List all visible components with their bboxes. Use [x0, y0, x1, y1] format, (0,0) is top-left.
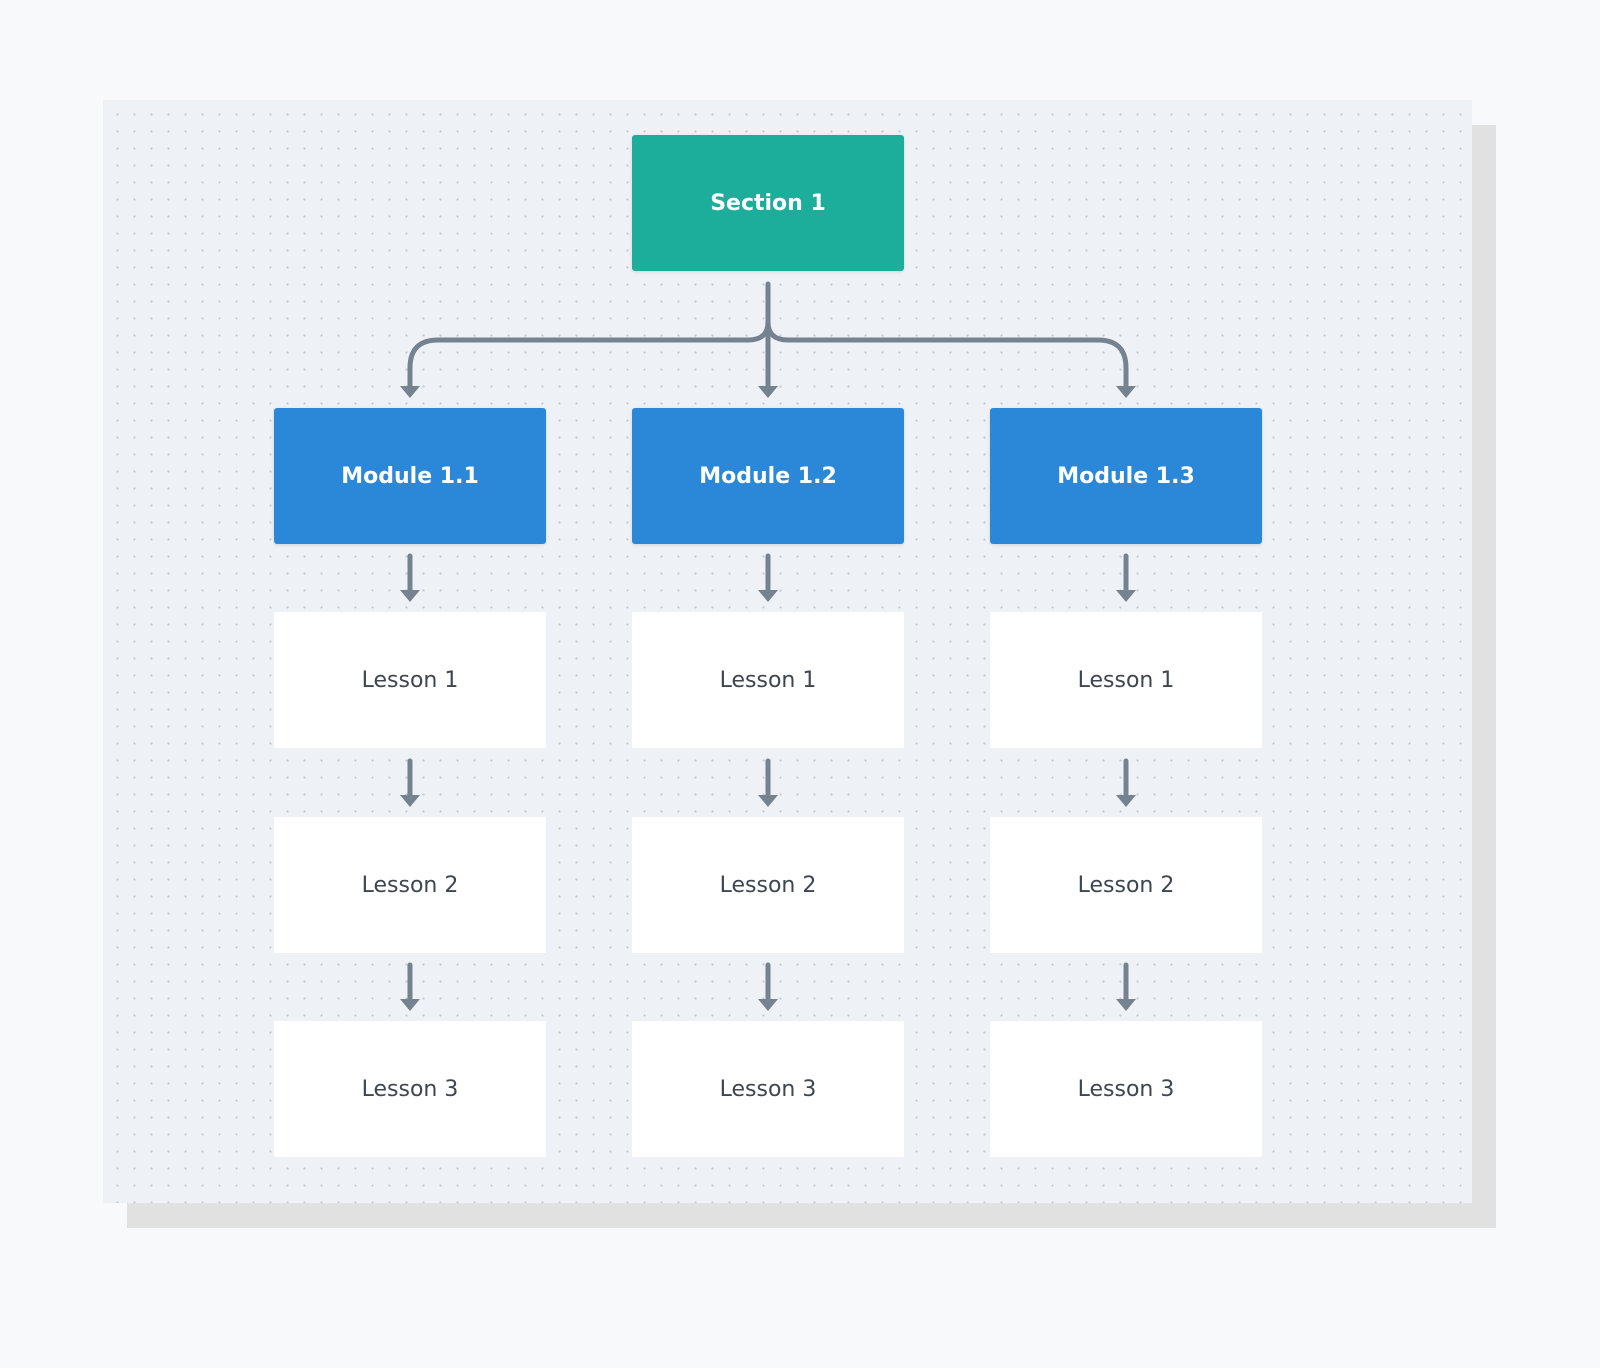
module-node[interactable]: Module 1.2 [632, 408, 904, 544]
lesson-node[interactable]: Lesson 1 [274, 612, 546, 748]
lesson-label: Lesson 2 [361, 872, 459, 898]
lesson-label: Lesson 2 [1077, 872, 1175, 898]
module-label: Module 1.2 [699, 463, 837, 489]
lesson-node[interactable]: Lesson 1 [990, 612, 1262, 748]
lesson-node[interactable]: Lesson 3 [274, 1021, 546, 1157]
module-label: Module 1.3 [1057, 463, 1195, 489]
lesson-label: Lesson 3 [1077, 1076, 1175, 1102]
module-node[interactable]: Module 1.1 [274, 408, 546, 544]
lesson-node[interactable]: Lesson 2 [990, 817, 1262, 953]
lesson-node[interactable]: Lesson 2 [632, 817, 904, 953]
lesson-node[interactable]: Lesson 2 [274, 817, 546, 953]
module-label: Module 1.1 [341, 463, 479, 489]
lesson-node[interactable]: Lesson 3 [990, 1021, 1262, 1157]
lesson-node[interactable]: Lesson 1 [632, 612, 904, 748]
lesson-label: Lesson 2 [719, 872, 817, 898]
module-node[interactable]: Module 1.3 [990, 408, 1262, 544]
lesson-label: Lesson 3 [719, 1076, 817, 1102]
section-node[interactable]: Section 1 [632, 135, 904, 271]
lesson-label: Lesson 1 [1077, 667, 1175, 693]
section-label: Section 1 [710, 190, 826, 216]
lesson-node[interactable]: Lesson 3 [632, 1021, 904, 1157]
lesson-label: Lesson 1 [719, 667, 817, 693]
lesson-label: Lesson 1 [361, 667, 459, 693]
lesson-label: Lesson 3 [361, 1076, 459, 1102]
